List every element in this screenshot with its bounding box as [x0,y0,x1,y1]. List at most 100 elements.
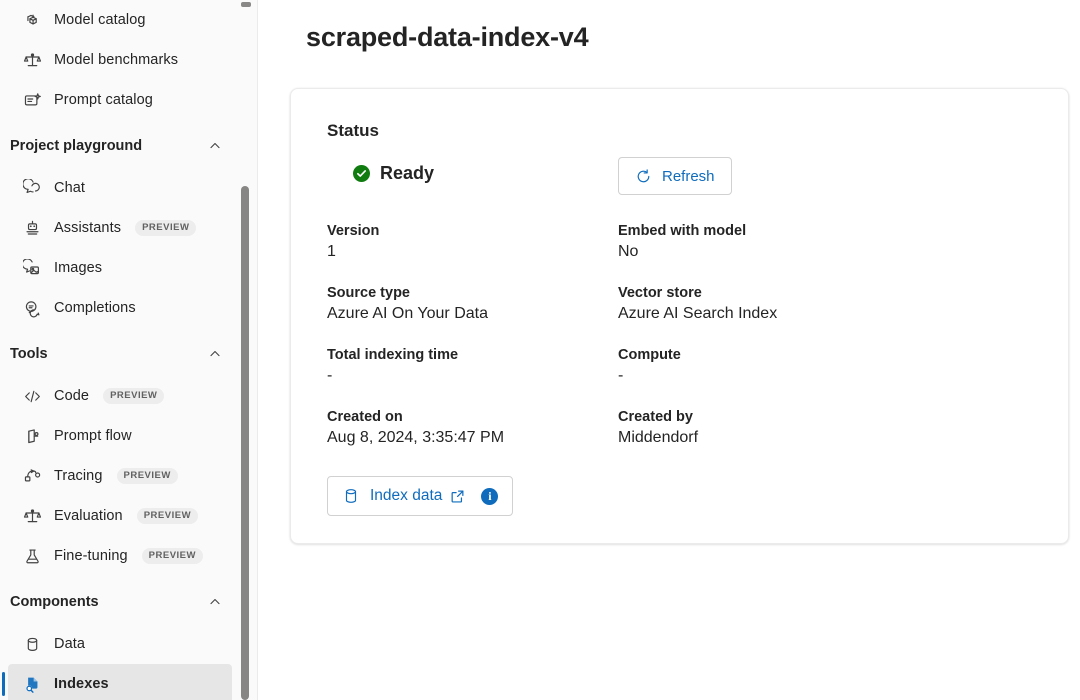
detail-field: Created on Aug 8, 2024, 3:35:47 PM [327,409,618,447]
sidebar-group-components[interactable]: Components [8,582,232,622]
detail-field-grid: Version 1 Embed with model No Source type Azu… [327,223,1032,447]
chevron-up-icon [208,139,222,153]
open-in-new-icon [450,489,465,504]
page-title: scraped-data-index-v4 [306,22,589,52]
detail-field-label: Total indexing time [327,347,459,363]
sidebar-group-tools[interactable]: Tools [8,334,232,374]
sidebar-item-prompt-flow[interactable]: Prompt flow [8,416,232,456]
sidebar-item-model-catalog[interactable]: Model catalog [8,0,232,40]
index-search-icon [22,674,42,694]
detail-field-value: - [618,367,624,384]
detail-field: Source type Azure AI On Your Data [327,285,618,323]
detail-field-label: Embed with model [618,223,747,239]
sidebar-group-label: Project playground [10,138,143,154]
sidebar-item-completions[interactable]: Completions [8,288,232,328]
sidebar: Model catalog Model benchmarks Prompt cata… [0,0,258,700]
checkmark-circle-icon [353,165,370,182]
prompt-sparkle-icon [22,90,42,110]
cube-stack-icon [22,10,42,30]
status-text: Ready [380,163,435,183]
detail-field-value: Azure AI Search Index [618,305,778,322]
preview-badge: PREVIEW [135,220,197,236]
detail-field-label: Vector store [618,285,702,301]
sidebar-nav-list: Model catalog Model benchmarks Prompt cata… [0,0,240,700]
detail-field-value: Middendorf [618,429,699,446]
detail-field-label: Compute [618,347,681,363]
scales-balance-icon [22,506,42,526]
sidebar-item-label: Images [54,260,103,276]
sidebar-item-fine-tuning[interactable]: Fine-tuning PREVIEW [8,536,232,576]
preview-badge: PREVIEW [116,468,178,484]
tracing-icon [22,466,42,486]
robot-icon [22,218,42,238]
sidebar-item-chat[interactable]: Chat [8,168,232,208]
prompt-flow-icon [22,426,42,446]
sidebar-group-label: Tools [10,346,48,362]
sidebar-item-label: Evaluation [54,508,123,524]
sidebar-group-label: Components [10,594,99,610]
sidebar-item-label: Tracing [54,468,103,484]
status-card-body: Status Ready Refresh Version 1 Embed wit… [291,89,1068,543]
database-icon [22,634,42,654]
refresh-button[interactable]: Refresh [618,157,732,195]
sidebar-item-assistants[interactable]: Assistants PREVIEW [8,208,232,248]
sidebar-item-label: Data [54,636,86,652]
sidebar-item-tracing[interactable]: Tracing PREVIEW [8,456,232,496]
index-data-button[interactable]: Index data i [327,476,514,516]
detail-field: Total indexing time - [327,347,618,385]
chat-bubble-icon [22,178,42,198]
main-content: scraped-data-index-v4 Status Ready Refre… [258,0,1080,700]
sidebar-item-evaluation[interactable]: Evaluation PREVIEW [8,496,232,536]
sidebar-item-label: Fine-tuning [54,548,128,564]
sidebar-item-indexes[interactable]: Indexes [2,664,232,700]
preview-badge: PREVIEW [141,548,203,564]
detail-field: Compute - [618,347,1032,385]
refresh-button-label: Refresh [662,167,715,185]
detail-field-label: Source type [327,285,410,301]
sidebar-item-prompt-catalog[interactable]: Prompt catalog [8,80,232,120]
scales-balance-icon [22,50,42,70]
status-badge: Ready [353,163,434,184]
detail-field-label: Version [327,223,380,239]
sidebar-item-code[interactable]: Code PREVIEW [8,376,232,416]
sidebar-scrollbar[interactable] [240,0,252,700]
info-circle-icon[interactable]: i [481,487,499,505]
detail-field-value: Azure AI On Your Data [327,305,488,322]
code-brackets-icon [22,386,42,406]
status-row: Ready Refresh [327,157,1032,207]
chevron-up-icon [208,347,222,361]
detail-field-value: 1 [327,243,336,260]
chevron-up-icon [208,595,222,609]
detail-field-value: - [327,367,333,384]
sidebar-group-project-playground[interactable]: Project playground [8,126,232,166]
scroll-up-arrow-icon[interactable] [241,2,251,7]
flask-icon [22,546,42,566]
completions-icon [22,298,42,318]
sidebar-item-label: Prompt catalog [54,92,153,108]
detail-field: Version 1 [327,223,618,261]
detail-field: Embed with model No [618,223,1032,261]
index-data-button-label: Index data [370,487,443,504]
scrollbar-thumb[interactable] [241,186,249,700]
section-title-status: Status [327,121,379,140]
detail-field: Vector store Azure AI Search Index [618,285,1032,323]
sidebar-item-data[interactable]: Data [8,624,232,664]
detail-field-label: Created by [618,409,693,425]
sidebar-item-label: Code [54,388,90,404]
sidebar-item-label: Model benchmarks [54,52,179,68]
sidebar-item-label: Completions [54,300,136,316]
status-card: Status Ready Refresh Version 1 Embed wit… [290,88,1069,544]
sidebar-item-images[interactable]: Images [8,248,232,288]
sidebar-item-label: Chat [54,180,86,196]
image-bubble-icon [22,258,42,278]
detail-field-value: No [618,243,639,260]
sidebar-item-label: Model catalog [54,12,146,28]
sidebar-item-model-benchmarks[interactable]: Model benchmarks [8,40,232,80]
refresh-arrow-icon [635,168,652,185]
detail-field: Created by Middendorf [618,409,1032,447]
detail-field-label: Created on [327,409,403,425]
preview-badge: PREVIEW [136,508,199,524]
database-icon [342,487,360,505]
preview-badge: PREVIEW [103,388,165,404]
sidebar-item-label: Assistants [54,220,122,236]
